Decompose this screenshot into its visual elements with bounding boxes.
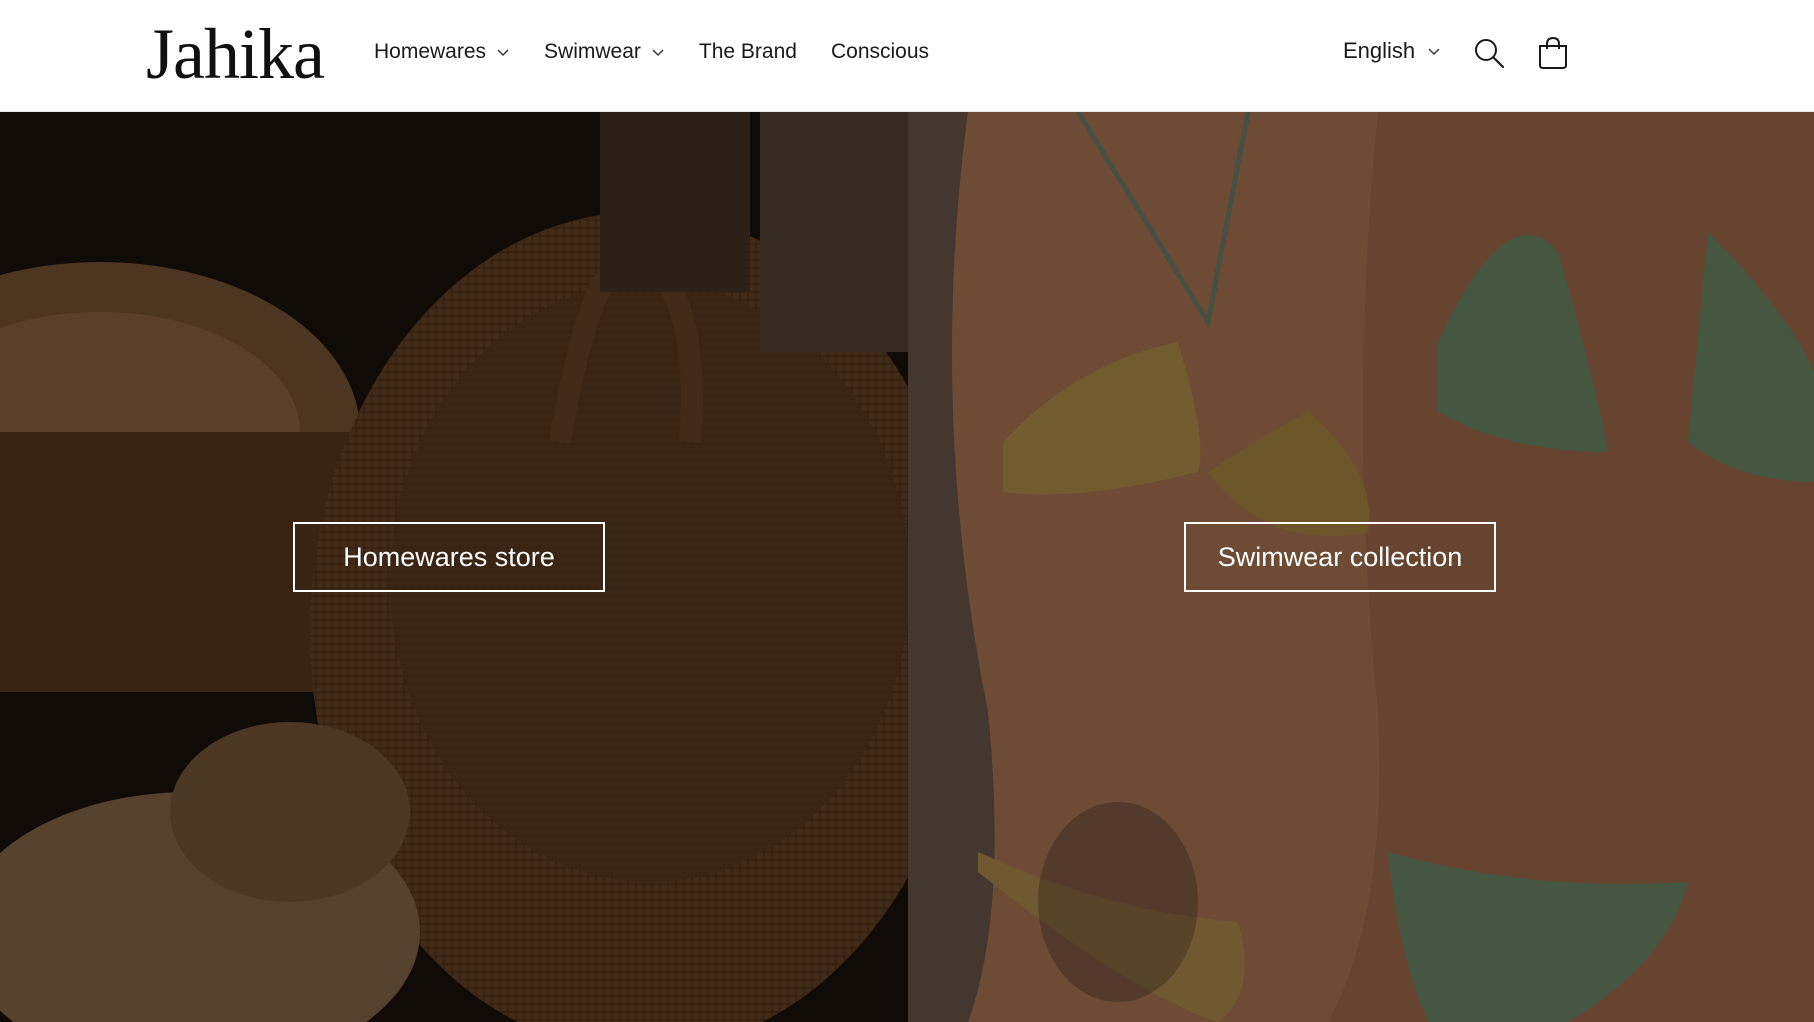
hero-split: Homewares store Swimwear collection	[0, 112, 1814, 1022]
site-header: Jahika Homewares Swimwear The Brand Cons…	[0, 0, 1814, 112]
chevron-down-icon	[1428, 48, 1440, 55]
nav-item-the-brand[interactable]: The Brand	[699, 40, 797, 64]
search-button[interactable]	[1472, 36, 1506, 70]
nav-item-swimwear[interactable]: Swimwear	[544, 40, 665, 64]
language-selector[interactable]: English	[1343, 38, 1441, 64]
cart-button[interactable]	[1536, 36, 1570, 70]
nav-item-homewares[interactable]: Homewares	[374, 40, 510, 64]
nav-item-label: Homewares	[374, 40, 487, 63]
swimwear-collection-button[interactable]: Swimwear collection	[1184, 522, 1496, 592]
brand-logo[interactable]: Jahika	[146, 14, 325, 94]
nav-item-label: Swimwear	[544, 40, 641, 63]
chevron-down-icon	[652, 49, 664, 56]
chevron-down-icon	[497, 49, 509, 56]
main-nav: Homewares Swimwear The Brand Conscious	[374, 40, 963, 64]
nav-item-conscious[interactable]: Conscious	[831, 40, 929, 64]
homewares-panel: Homewares store	[0, 112, 908, 1022]
nav-item-label: The Brand	[698, 40, 797, 63]
swimwear-panel: Swimwear collection	[908, 112, 1814, 1022]
search-icon	[1475, 39, 1505, 69]
nav-item-label: Conscious	[830, 40, 930, 63]
shopping-bag-icon	[1539, 36, 1567, 69]
homewares-store-button[interactable]: Homewares store	[293, 522, 605, 592]
language-label: English	[1343, 38, 1416, 63]
